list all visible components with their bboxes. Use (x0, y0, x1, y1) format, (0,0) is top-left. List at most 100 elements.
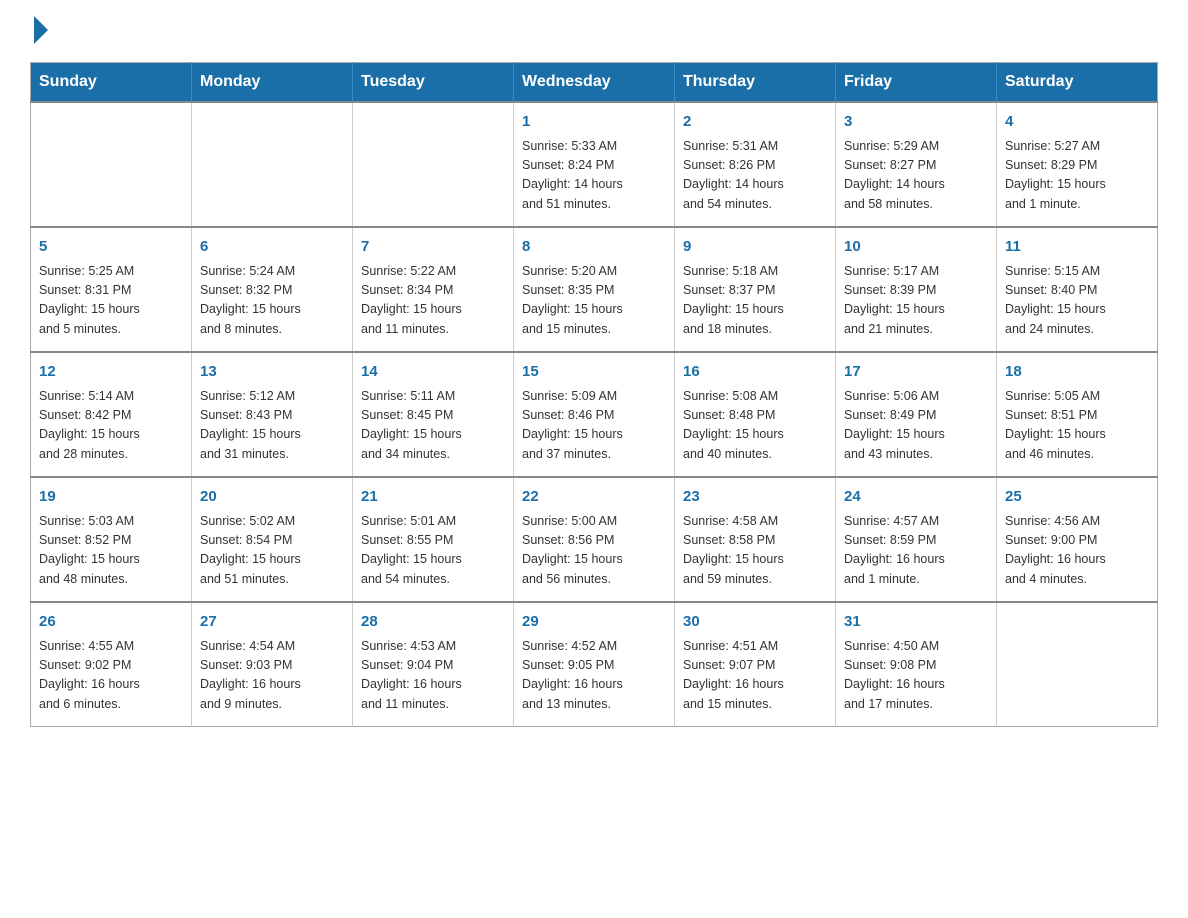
page-header (30, 20, 1158, 44)
day-number: 28 (361, 611, 505, 634)
day-info: Sunrise: 4:54 AM Sunset: 9:03 PM Dayligh… (200, 637, 344, 715)
day-info: Sunrise: 5:05 AM Sunset: 8:51 PM Dayligh… (1005, 387, 1149, 465)
day-number: 11 (1005, 236, 1149, 259)
day-number: 12 (39, 361, 183, 384)
calendar-week-row: 5 Sunrise: 5:25 AM Sunset: 8:31 PM Daylig… (31, 227, 1158, 352)
calendar-cell: 7Sunrise: 5:22 AM Sunset: 8:34 PM Daylig… (353, 227, 514, 352)
calendar-header-row: SundayMondayTuesdayWednesdayThursdayFrid… (31, 63, 1158, 103)
calendar-table: SundayMondayTuesdayWednesdayThursdayFrid… (30, 62, 1158, 727)
day-info: Sunrise: 5:03 AM Sunset: 8:52 PM Dayligh… (39, 512, 183, 590)
calendar-cell: 20Sunrise: 5:02 AM Sunset: 8:54 PM Dayli… (192, 477, 353, 602)
calendar-cell: 31 Sunrise: 4:50 AM Sunset: 9:08 PM Dayli… (836, 602, 997, 727)
calendar-cell: 26 Sunrise: 4:55 AM Sunset: 9:02 PM Dayli… (31, 602, 192, 727)
calendar-cell: 6Sunrise: 5:24 AM Sunset: 8:32 PM Daylig… (192, 227, 353, 352)
calendar-header-sunday: Sunday (31, 63, 192, 103)
day-number: 22 (522, 486, 666, 509)
day-info: Sunrise: 4:55 AM Sunset: 9:02 PM Dayligh… (39, 637, 183, 715)
day-number: 6 (200, 236, 344, 259)
calendar-cell: 2 Sunrise: 5:31 AM Sunset: 8:26 PM Daylig… (675, 102, 836, 227)
calendar-week-row: 1 Sunrise: 5:33 AM Sunset: 8:24 PM Daylig… (31, 102, 1158, 227)
day-number: 29 (522, 611, 666, 634)
day-number: 27 (200, 611, 344, 634)
calendar-cell: 12 Sunrise: 5:14 AM Sunset: 8:42 PM Dayli… (31, 352, 192, 477)
day-info: Sunrise: 5:02 AM Sunset: 8:54 PM Dayligh… (200, 512, 344, 590)
calendar-cell: 14 Sunrise: 5:11 AM Sunset: 8:45 PM Dayli… (353, 352, 514, 477)
day-number: 2 (683, 111, 827, 134)
calendar-cell: 24Sunrise: 4:57 AM Sunset: 8:59 PM Dayli… (836, 477, 997, 602)
day-number: 21 (361, 486, 505, 509)
day-info: Sunrise: 5:18 AM Sunset: 8:37 PM Dayligh… (683, 262, 827, 340)
calendar-week-row: 19 Sunrise: 5:03 AM Sunset: 8:52 PM Dayli… (31, 477, 1158, 602)
calendar-cell (31, 102, 192, 227)
calendar-header-wednesday: Wednesday (514, 63, 675, 103)
calendar-cell (997, 602, 1158, 727)
day-info: Sunrise: 5:14 AM Sunset: 8:42 PM Dayligh… (39, 387, 183, 465)
calendar-cell: 22Sunrise: 5:00 AM Sunset: 8:56 PM Dayli… (514, 477, 675, 602)
calendar-cell: 9 Sunrise: 5:18 AM Sunset: 8:37 PM Daylig… (675, 227, 836, 352)
calendar-cell: 15 Sunrise: 5:09 AM Sunset: 8:46 PM Dayli… (514, 352, 675, 477)
day-number: 8 (522, 236, 666, 259)
calendar-header-saturday: Saturday (997, 63, 1158, 103)
calendar-cell: 18 Sunrise: 5:05 AM Sunset: 8:51 PM Dayli… (997, 352, 1158, 477)
day-number: 3 (844, 111, 988, 134)
day-number: 5 (39, 236, 183, 259)
day-info: Sunrise: 4:51 AM Sunset: 9:07 PM Dayligh… (683, 637, 827, 715)
day-info: Sunrise: 5:33 AM Sunset: 8:24 PM Dayligh… (522, 137, 666, 215)
calendar-cell: 8 Sunrise: 5:20 AM Sunset: 8:35 PM Daylig… (514, 227, 675, 352)
day-number: 31 (844, 611, 988, 634)
day-info: Sunrise: 5:20 AM Sunset: 8:35 PM Dayligh… (522, 262, 666, 340)
calendar-cell: 11 Sunrise: 5:15 AM Sunset: 8:40 PM Dayli… (997, 227, 1158, 352)
day-info: Sunrise: 5:29 AM Sunset: 8:27 PM Dayligh… (844, 137, 988, 215)
day-number: 13 (200, 361, 344, 384)
calendar-cell: 21 Sunrise: 5:01 AM Sunset: 8:55 PM Dayli… (353, 477, 514, 602)
calendar-cell: 16 Sunrise: 5:08 AM Sunset: 8:48 PM Dayli… (675, 352, 836, 477)
day-info: Sunrise: 4:52 AM Sunset: 9:05 PM Dayligh… (522, 637, 666, 715)
calendar-cell: 1 Sunrise: 5:33 AM Sunset: 8:24 PM Daylig… (514, 102, 675, 227)
day-number: 1 (522, 111, 666, 134)
calendar-cell: 30 Sunrise: 4:51 AM Sunset: 9:07 PM Dayli… (675, 602, 836, 727)
day-number: 10 (844, 236, 988, 259)
day-info: Sunrise: 4:53 AM Sunset: 9:04 PM Dayligh… (361, 637, 505, 715)
calendar-header-thursday: Thursday (675, 63, 836, 103)
calendar-header-monday: Monday (192, 63, 353, 103)
day-info: Sunrise: 5:11 AM Sunset: 8:45 PM Dayligh… (361, 387, 505, 465)
day-number: 14 (361, 361, 505, 384)
day-number: 26 (39, 611, 183, 634)
day-info: Sunrise: 5:08 AM Sunset: 8:48 PM Dayligh… (683, 387, 827, 465)
day-number: 16 (683, 361, 827, 384)
day-number: 23 (683, 486, 827, 509)
day-number: 15 (522, 361, 666, 384)
day-info: Sunrise: 5:25 AM Sunset: 8:31 PM Dayligh… (39, 262, 183, 340)
day-info: Sunrise: 5:06 AM Sunset: 8:49 PM Dayligh… (844, 387, 988, 465)
calendar-week-row: 26 Sunrise: 4:55 AM Sunset: 9:02 PM Dayli… (31, 602, 1158, 727)
day-info: Sunrise: 5:01 AM Sunset: 8:55 PM Dayligh… (361, 512, 505, 590)
day-number: 30 (683, 611, 827, 634)
calendar-cell: 25Sunrise: 4:56 AM Sunset: 9:00 PM Dayli… (997, 477, 1158, 602)
day-info: Sunrise: 5:27 AM Sunset: 8:29 PM Dayligh… (1005, 137, 1149, 215)
day-number: 9 (683, 236, 827, 259)
logo (30, 20, 48, 44)
day-info: Sunrise: 5:17 AM Sunset: 8:39 PM Dayligh… (844, 262, 988, 340)
day-number: 19 (39, 486, 183, 509)
calendar-cell: 27 Sunrise: 4:54 AM Sunset: 9:03 PM Dayli… (192, 602, 353, 727)
day-info: Sunrise: 4:50 AM Sunset: 9:08 PM Dayligh… (844, 637, 988, 715)
day-info: Sunrise: 4:56 AM Sunset: 9:00 PM Dayligh… (1005, 512, 1149, 590)
calendar-week-row: 12 Sunrise: 5:14 AM Sunset: 8:42 PM Dayli… (31, 352, 1158, 477)
calendar-cell (353, 102, 514, 227)
calendar-header-friday: Friday (836, 63, 997, 103)
calendar-cell: 4 Sunrise: 5:27 AM Sunset: 8:29 PM Daylig… (997, 102, 1158, 227)
calendar-cell: 17 Sunrise: 5:06 AM Sunset: 8:49 PM Dayli… (836, 352, 997, 477)
calendar-cell (192, 102, 353, 227)
calendar-cell: 29 Sunrise: 4:52 AM Sunset: 9:05 PM Dayli… (514, 602, 675, 727)
day-info: Sunrise: 5:15 AM Sunset: 8:40 PM Dayligh… (1005, 262, 1149, 340)
logo-arrow-icon (34, 16, 48, 44)
day-number: 18 (1005, 361, 1149, 384)
calendar-cell: 13Sunrise: 5:12 AM Sunset: 8:43 PM Dayli… (192, 352, 353, 477)
day-number: 17 (844, 361, 988, 384)
calendar-cell: 19 Sunrise: 5:03 AM Sunset: 8:52 PM Dayli… (31, 477, 192, 602)
day-info: Sunrise: 5:22 AM Sunset: 8:34 PM Dayligh… (361, 262, 505, 340)
day-info: Sunrise: 5:31 AM Sunset: 8:26 PM Dayligh… (683, 137, 827, 215)
day-info: Sunrise: 5:09 AM Sunset: 8:46 PM Dayligh… (522, 387, 666, 465)
day-number: 4 (1005, 111, 1149, 134)
day-info: Sunrise: 4:57 AM Sunset: 8:59 PM Dayligh… (844, 512, 988, 590)
